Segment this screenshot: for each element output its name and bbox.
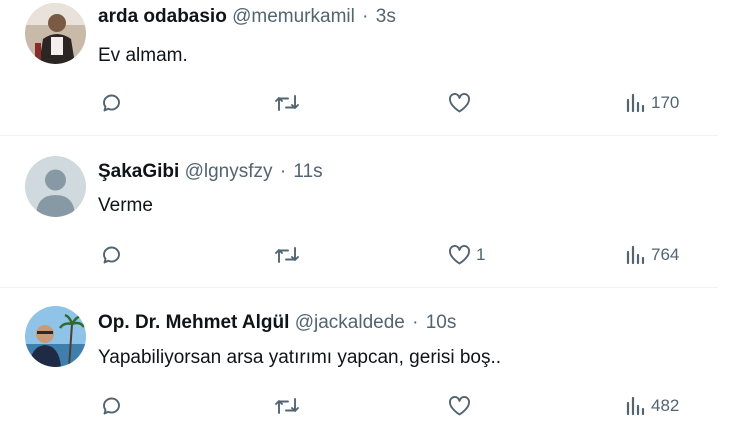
separator-dot: · <box>362 6 369 27</box>
retweet-button[interactable] <box>274 394 300 418</box>
default-avatar-icon <box>25 156 86 217</box>
timestamp[interactable]: 3s <box>376 6 396 27</box>
retweet-icon <box>275 247 299 263</box>
retweet-icon <box>275 398 299 414</box>
view-count: 170 <box>651 93 680 112</box>
avatar-photo-icon <box>25 306 86 367</box>
avatar[interactable] <box>25 156 86 217</box>
user-handle[interactable]: @lgnysfzy <box>185 161 273 182</box>
tweet-1[interactable]: arda odabasio @memurkamil · 3s Ev almam.… <box>0 0 730 148</box>
avatar[interactable] <box>25 3 86 64</box>
like-icon <box>449 245 470 265</box>
like-button[interactable]: 1 <box>447 243 485 267</box>
like-button[interactable] <box>447 394 476 418</box>
separator-dot: · <box>279 161 287 182</box>
user-handle[interactable]: @jackaldede <box>295 312 405 333</box>
tweet-3[interactable]: Op. Dr. Mehmet Algül @jackaldede · 10s Y… <box>0 296 730 444</box>
view-count: 482 <box>651 396 680 415</box>
tweet-divider <box>0 287 718 288</box>
views-icon <box>626 396 645 416</box>
reply-button[interactable] <box>100 243 124 267</box>
display-name[interactable]: arda odabasio <box>98 6 227 27</box>
views-button[interactable]: 764 <box>625 243 679 267</box>
user-handle[interactable]: @memurkamil <box>232 6 355 27</box>
views-icon <box>626 93 645 113</box>
like-count: 1 <box>476 245 486 264</box>
separator-dot: · <box>412 312 419 333</box>
views-button[interactable]: 170 <box>625 91 679 115</box>
reply-button[interactable] <box>100 394 124 418</box>
like-icon <box>449 93 470 113</box>
like-button[interactable] <box>447 91 476 115</box>
tweet-text: Yapabiliyorsan arsa yatırımı yapcan, ger… <box>98 347 502 368</box>
avatar-photo-icon <box>25 3 86 64</box>
display-name[interactable]: ŞakaGibi <box>98 161 179 182</box>
reply-icon <box>103 94 120 112</box>
tweet-header: ŞakaGibi @lgnysfzy · 11s <box>98 160 323 184</box>
tweet-2[interactable]: ŞakaGibi @lgnysfzy · 11s Verme 1 764 <box>0 148 730 296</box>
tweet-header: arda odabasio @memurkamil · 3s <box>98 5 396 29</box>
retweet-icon <box>275 95 299 111</box>
reply-icon <box>103 246 120 264</box>
display-name[interactable]: Op. Dr. Mehmet Algül <box>98 312 289 333</box>
avatar[interactable] <box>25 306 86 367</box>
reply-button[interactable] <box>100 91 124 115</box>
tweet-divider <box>0 135 718 136</box>
timestamp[interactable]: 11s <box>293 161 322 182</box>
like-icon <box>449 396 470 416</box>
retweet-button[interactable] <box>274 243 300 267</box>
views-button[interactable]: 482 <box>625 394 679 418</box>
reply-icon <box>103 397 120 415</box>
tweet-text: Verme <box>98 195 153 216</box>
view-count: 764 <box>651 245 680 264</box>
views-icon <box>626 245 645 265</box>
timestamp[interactable]: 10s <box>426 312 457 333</box>
retweet-button[interactable] <box>274 91 300 115</box>
tweet-text: Ev almam. <box>98 45 188 66</box>
tweet-header: Op. Dr. Mehmet Algül @jackaldede · 10s <box>98 311 456 335</box>
